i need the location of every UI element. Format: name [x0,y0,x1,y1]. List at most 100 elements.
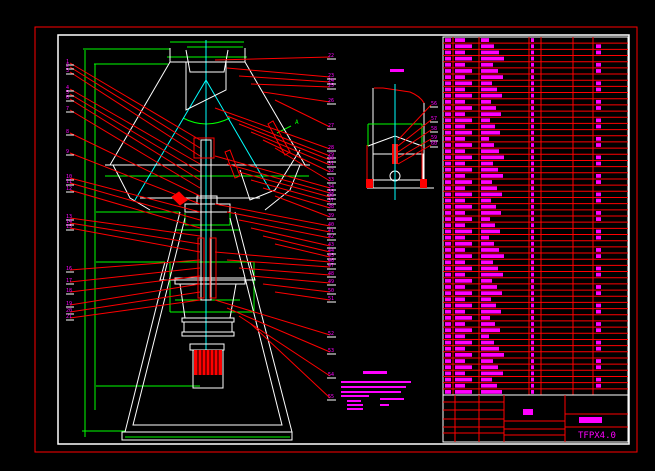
table-cell-mark [531,173,534,178]
table-cell-mark [481,340,494,345]
table-cell-mark [531,390,534,394]
table-cell-mark [596,322,601,326]
table-cell-mark [596,303,601,308]
leader-line [262,91,331,103]
table-cell-mark [481,192,502,197]
table-cell-mark [531,180,534,184]
table-cell-mark [481,99,491,104]
table-cell-mark [531,167,534,172]
table-cell-mark [445,254,451,259]
callout-number: 22 [328,53,334,59]
table-row [445,352,534,357]
table-row [445,112,534,117]
table-cell-mark [531,38,534,42]
table-cell-mark [481,235,489,240]
table-cell-mark [481,69,498,73]
leader-line [250,83,331,88]
table-row [445,93,534,98]
table-cell-mark [455,167,472,172]
table-cell-mark [455,291,472,296]
table-row [445,383,601,388]
table-cell-mark [596,377,601,382]
table-cell-mark [481,211,501,215]
leader-line [69,66,201,149]
table-row [445,167,534,172]
table-cell-mark [481,173,503,178]
table-cell-mark [481,118,490,123]
table-cell-mark [596,44,601,49]
callout-number: 26 [328,98,334,104]
table-cell-mark [445,56,451,61]
table-cell-mark [531,365,534,370]
table-cell-mark [445,69,451,73]
table-cell-mark [445,118,451,123]
table-cell-mark [596,161,601,166]
callout-number: 49 [328,279,334,285]
table-cell-mark [481,44,494,49]
table-cell-mark [596,328,601,333]
table-cell-mark [531,44,534,49]
table-cell-mark [455,149,465,154]
callout-number: 51 [328,296,334,302]
cad-drawing-canvas: 1 2 3 4 5 6 7 8 9 10 11 12 13 14 15 16 17 18 19 20 21 22 23 24 2… [0,0,655,467]
table-cell-mark [445,278,451,283]
callout-number: 18 [66,288,72,294]
table-cell-mark [531,130,534,135]
callout-number: 38 [328,204,334,210]
table-cell-mark [445,50,451,55]
table-cell-mark [531,340,534,345]
table-cell-mark [455,192,472,197]
table-cell-mark [455,322,465,326]
table-cell-mark [481,303,496,308]
table-cell-mark [455,260,465,265]
leader-line [250,131,331,166]
table-cell-mark [481,155,504,160]
table-cell-mark [481,260,493,265]
table-cell-mark [445,322,451,326]
table-row [445,260,534,265]
table-cell-mark [596,62,601,67]
table-cell-mark [481,161,493,166]
leader-line [250,179,331,203]
table-row [445,217,601,221]
table-cell-mark [455,217,472,221]
table-cell-mark [445,149,451,154]
table-cell-mark [481,229,500,234]
table-cell-mark [445,315,451,320]
table-cell-mark [531,217,534,221]
table-cell-mark [445,291,451,296]
table-row [445,75,534,80]
table-cell-mark [455,371,465,376]
table-cell-mark [531,272,534,277]
callout-number: 58 [431,126,437,132]
table-cell-mark [531,278,534,283]
table-cell-mark [455,173,465,178]
view-label: A [295,119,299,126]
table-row [445,346,601,351]
table-cell-mark [445,99,451,104]
table-cell-mark [455,87,465,92]
callout-number: 3 [66,68,69,74]
table-cell-mark [596,87,601,92]
table-cell-mark [596,180,601,184]
table-cell-mark [596,365,601,370]
callout-number: 32 [328,168,334,174]
table-cell-mark [596,248,601,252]
table-row [445,161,601,166]
table-cell-mark [481,143,494,147]
callout-number: 47 [328,263,334,269]
table-cell-mark [596,155,601,160]
table-cell-mark [445,303,451,308]
table-cell-mark [445,346,451,351]
table-cell-mark [531,266,534,271]
table-cell-mark [531,136,534,141]
table-cell-mark [531,241,534,246]
table-cell-mark [531,322,534,326]
table-cell-mark [455,211,465,215]
table-cell-mark [531,309,534,314]
table-cell-mark [445,186,451,191]
leader-line [250,275,331,284]
table-row [445,130,534,135]
table-cell-mark [481,371,503,376]
table-cell-mark [531,297,534,302]
